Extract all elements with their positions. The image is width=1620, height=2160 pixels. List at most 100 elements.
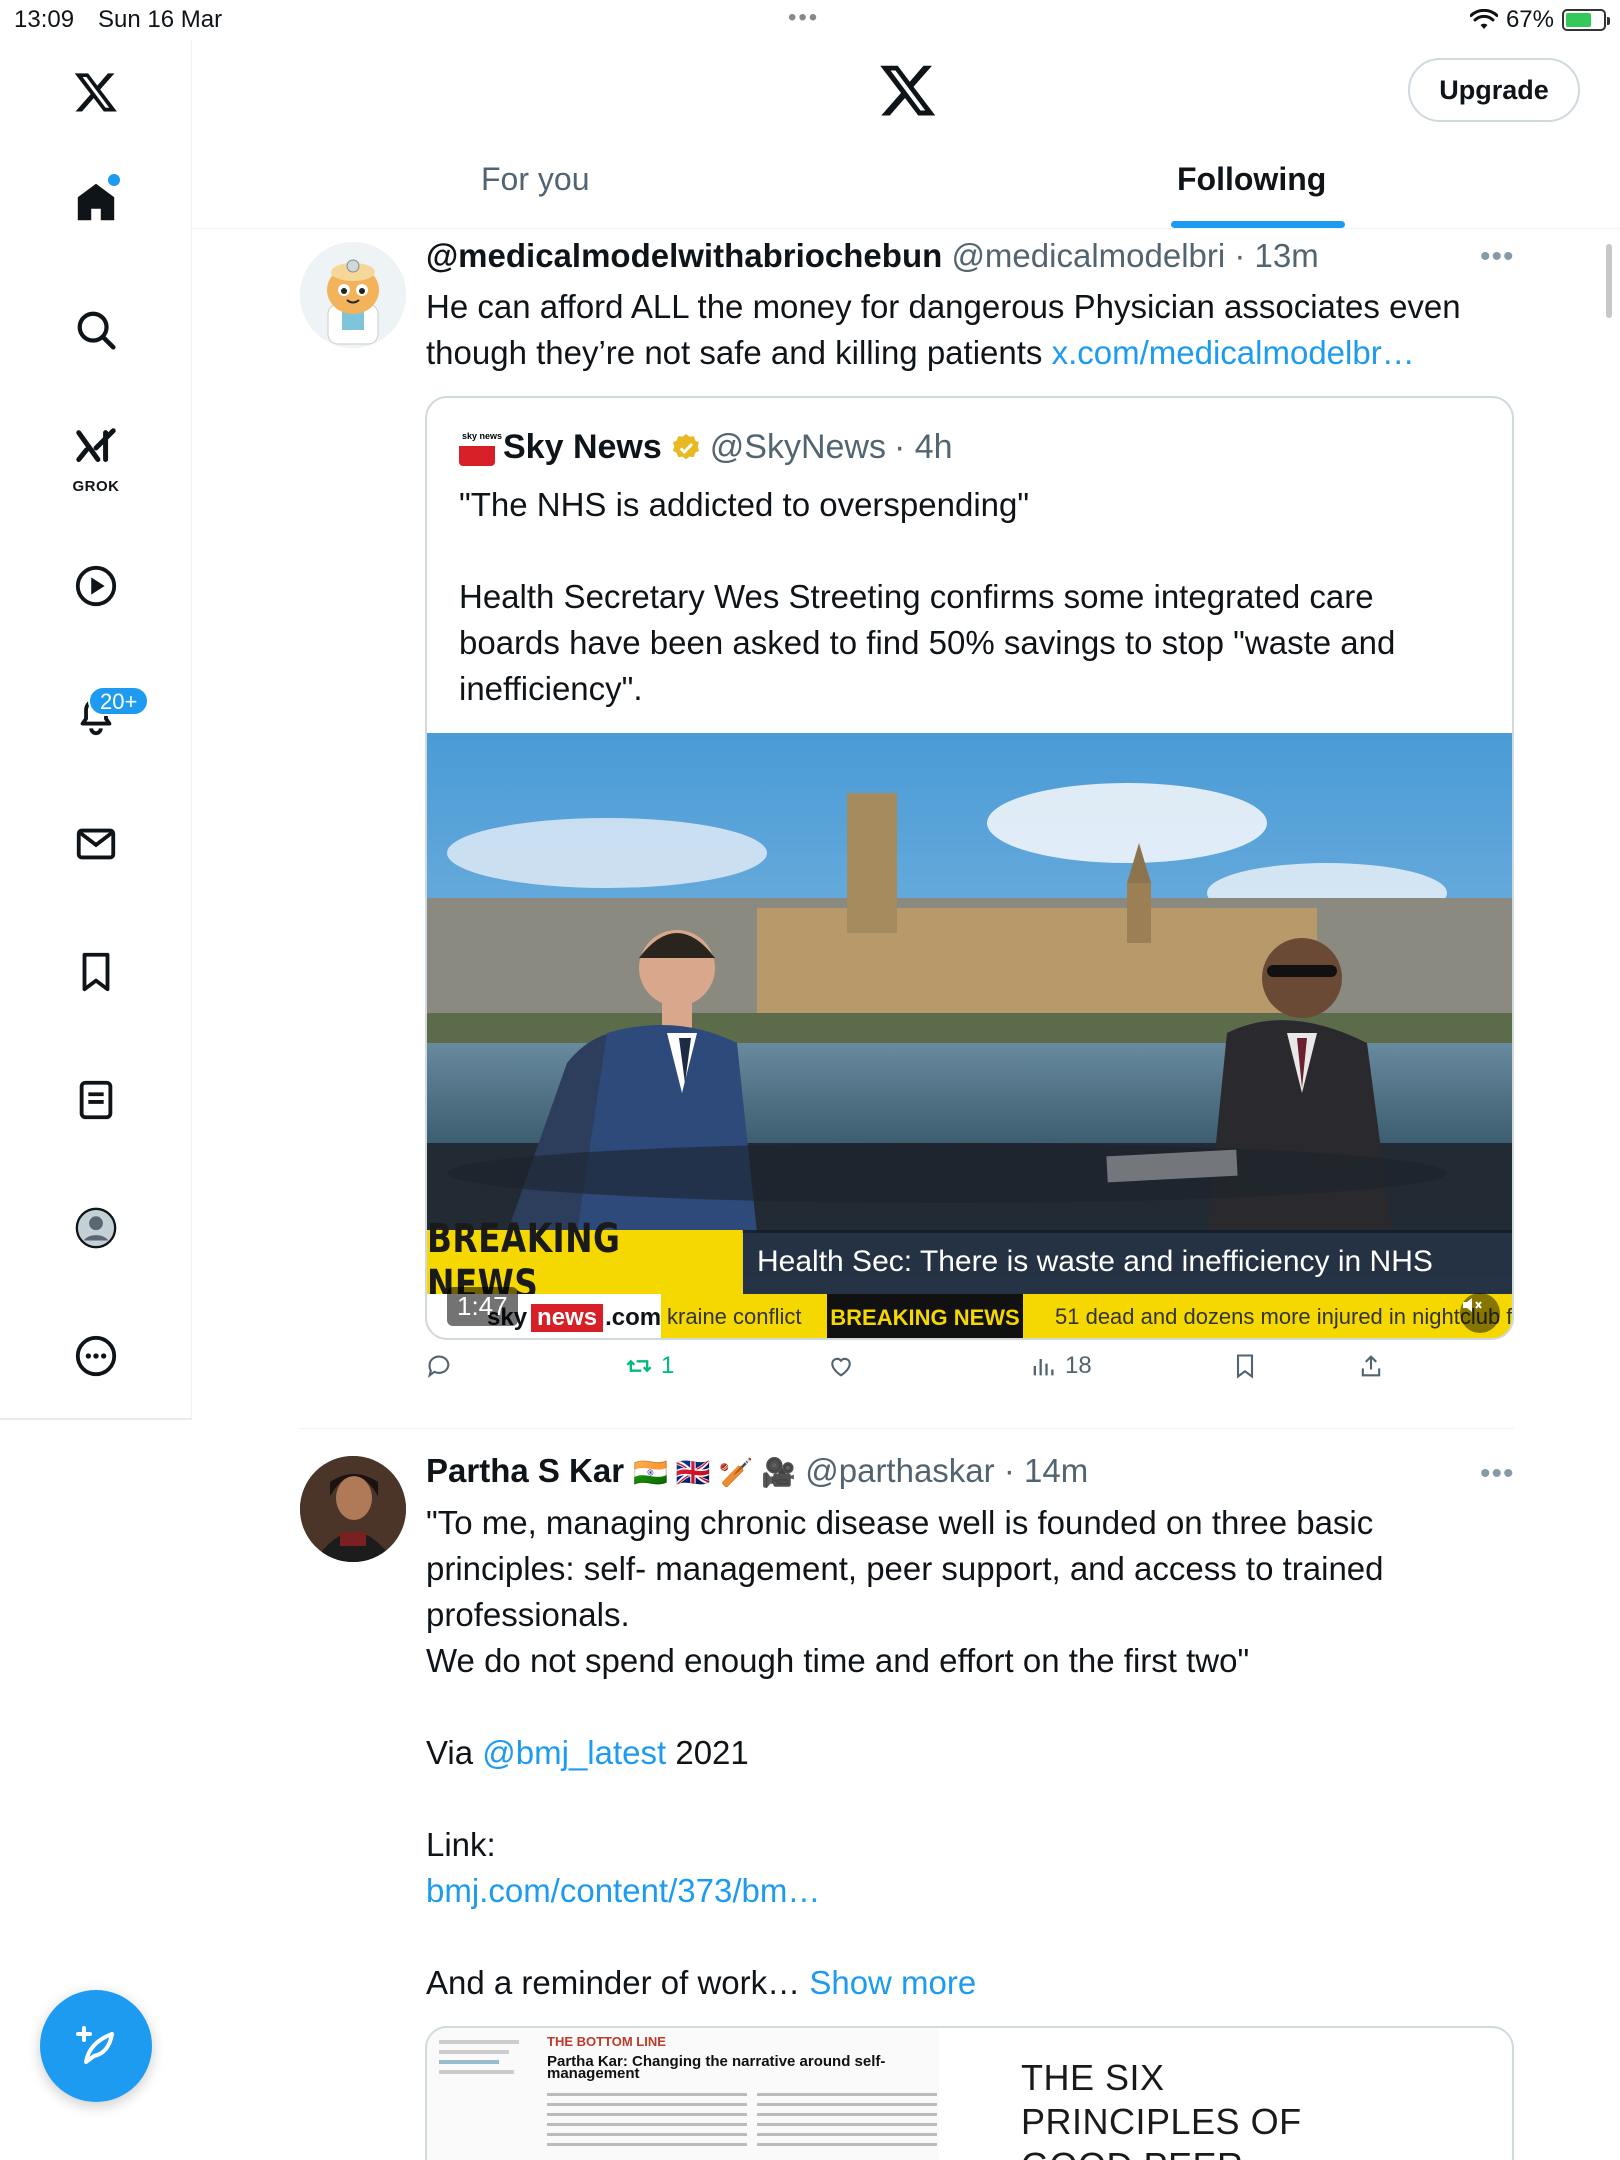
sidebar-divider (0, 1418, 192, 1420)
tweet2-link[interactable]: bmj.com/content/373/bm… (426, 1868, 1516, 1914)
share-button[interactable] (1357, 1352, 1385, 1380)
lists-icon[interactable] (66, 1070, 126, 1130)
share-icon (1361, 1355, 1381, 1377)
breaking-news-caption: Health Sec: There is waste and inefficie… (743, 1230, 1512, 1294)
sky-news-avatar[interactable]: sky news (459, 429, 502, 466)
tweet2-handle[interactable]: @parthaskar (805, 1452, 994, 1489)
notifications-badge: 20+ (88, 686, 150, 716)
bookmark-button[interactable] (1231, 1352, 1259, 1380)
tweet2-via: Via @bmj_latest 2021 (426, 1730, 1516, 1776)
tweet2-avatar[interactable] (300, 1456, 406, 1562)
sky-news-logo-text: sky news (462, 430, 503, 441)
tweet2-paragraph-2: We do not spend enough time and effort o… (426, 1642, 1250, 1679)
quote-handle[interactable]: @SkyNews (710, 428, 886, 467)
ticker-item-1: kraine conflict (667, 1304, 802, 1329)
battery-icon (1562, 9, 1610, 31)
x-logo-icon[interactable] (66, 62, 126, 122)
tweet2-flag-emojis: 🇮🇳 🇬🇧 🏏 🎥 (633, 1457, 797, 1488)
status-bar: 13:09 Sun 16 Mar ••• 67% (0, 0, 1620, 40)
tweet2-paragraph-1: "To me, managing chronic disease well is… (426, 1504, 1384, 1633)
compose-feather-icon (76, 2026, 114, 2064)
ticker-logo-news: news (531, 1304, 604, 1332)
compose-post-button[interactable] (40, 1990, 152, 2102)
quote-time: · 4h (893, 428, 953, 466)
tab-following[interactable]: Following (1177, 161, 1326, 198)
video-player[interactable]: BREAKING NEWS Health Sec: There is waste… (427, 733, 1514, 1338)
profile-avatar-icon[interactable] (66, 1198, 126, 1258)
active-tab-indicator (1171, 221, 1345, 228)
messages-mail-icon[interactable] (66, 814, 126, 874)
status-indicators: 67% (1469, 6, 1610, 34)
quote-text-line2: Health Secretary Wes Streeting confirms … (459, 578, 1396, 707)
grok-label: GROK (72, 478, 120, 495)
tweet1-header: @medicalmodelwithabriochebun @medicalmod… (426, 237, 1319, 275)
home-unread-dot (108, 174, 120, 186)
breaking-news-label: BREAKING NEWS (427, 1216, 743, 1308)
article-bottom-line: THE BOTTOM LINE (547, 2034, 666, 2049)
more-options-icon[interactable] (66, 1326, 126, 1386)
repost-button[interactable]: 1 (625, 1352, 674, 1380)
grok-icon[interactable] (66, 418, 126, 478)
timeline-tabs: For you Following (193, 145, 1620, 229)
like-button[interactable] (827, 1352, 855, 1380)
video-duration: 1:47 (447, 1287, 518, 1326)
scrollbar[interactable] (1606, 244, 1612, 318)
article-right-title: THE SIX PRINCIPLES OF GOOD PEER SUPPORT … (1021, 2057, 1302, 2160)
mute-icon[interactable] (1460, 1293, 1500, 1333)
tweet1-more-icon[interactable]: ••• (1480, 240, 1515, 274)
bookmark-icon[interactable] (66, 942, 126, 1002)
heart-icon (831, 1357, 851, 1377)
repost-count: 1 (661, 1352, 675, 1379)
quote-text: "The NHS is addicted to overspending" He… (459, 482, 1479, 712)
tweet2-link-label: Link: (426, 1826, 496, 1863)
views-button[interactable]: 18 (1029, 1352, 1092, 1380)
battery-percent: 67% (1505, 6, 1554, 33)
tweet2-more-icon[interactable]: ••• (1480, 1457, 1515, 1491)
multitasking-dots-icon[interactable]: ••• (788, 4, 819, 32)
quoted-tweet-card[interactable]: sky news Sky News @SkyNews · 4h "The NHS… (425, 396, 1514, 1340)
breaking-news-bar: BREAKING NEWS Health Sec: There is waste… (427, 1216, 1512, 1308)
reply-icon (427, 1355, 450, 1378)
tweet2-author-name[interactable]: Partha S Kar (426, 1452, 624, 1489)
status-date: Sun 16 Mar (98, 6, 223, 33)
tweet1-author-name[interactable]: @medicalmodelwithabriochebun (426, 237, 942, 274)
news-ticker: skynews.com kraine conflict BREAKING NEW… (427, 1294, 1514, 1338)
upgrade-button[interactable]: Upgrade (1408, 58, 1580, 122)
tweet1-link[interactable]: x.com/medicalmodelbr… (1052, 334, 1415, 371)
header-x-logo-icon[interactable] (878, 60, 938, 120)
tweet1-text: He can afford ALL the money for dangerou… (426, 284, 1516, 376)
quote-author-name[interactable]: Sky News (503, 428, 662, 467)
article-headline: Partha Kar: Changing the narrative aroun… (547, 2053, 886, 2082)
tweet1-time[interactable]: · 13m (1234, 237, 1318, 274)
wifi-icon (1469, 9, 1498, 29)
bmj-article-snippet: THE BOTTOM LINE Partha Kar: Changing the… (427, 2028, 939, 2160)
status-time: 13:09 (14, 6, 75, 33)
tweet-divider (300, 1428, 1514, 1429)
tweet2-header: Partha S Kar 🇮🇳 🇬🇧 🏏 🎥 @parthaskar · 14m (426, 1452, 1088, 1490)
show-more-link[interactable]: Show more (809, 1964, 976, 2001)
bmj-mention-link[interactable]: @bmj_latest (482, 1734, 666, 1771)
bookmark-outline-icon (1236, 1354, 1254, 1379)
tweet2-media-image[interactable]: THE BOTTOM LINE Partha Kar: Changing the… (425, 2026, 1514, 2160)
ticker-logo-com: .com (605, 1304, 662, 1331)
via-prefix: Via (426, 1734, 483, 1771)
reminder-text: And a reminder of work… (426, 1964, 810, 2001)
video-icon[interactable] (66, 556, 126, 616)
verified-badge-icon (672, 433, 699, 459)
tweet1-handle[interactable]: @medicalmodelbri (951, 237, 1225, 274)
tweet2-text: "To me, managing chronic disease well is… (426, 1500, 1516, 2006)
battery-level (1566, 13, 1591, 27)
views-chart-icon (1033, 1359, 1054, 1376)
ticker-breaking-label: BREAKING NEWS (827, 1294, 1023, 1338)
via-year: 2021 (666, 1734, 749, 1771)
views-count: 18 (1065, 1352, 1092, 1379)
ticker-item-2: 51 dead and dozens more injured in night… (1055, 1304, 1514, 1329)
search-icon[interactable] (66, 300, 126, 360)
tweet1-actions: 1 18 (425, 1352, 1515, 1402)
quote-text-line1: "The NHS is addicted to overspending" (459, 486, 1030, 523)
tab-for-you[interactable]: For you (481, 161, 589, 198)
reply-button[interactable] (425, 1352, 453, 1380)
tweet2-time[interactable]: · 14m (1004, 1452, 1088, 1489)
tweet2-reminder: And a reminder of work… Show more (426, 1960, 1516, 2006)
tweet1-avatar[interactable] (300, 242, 406, 348)
